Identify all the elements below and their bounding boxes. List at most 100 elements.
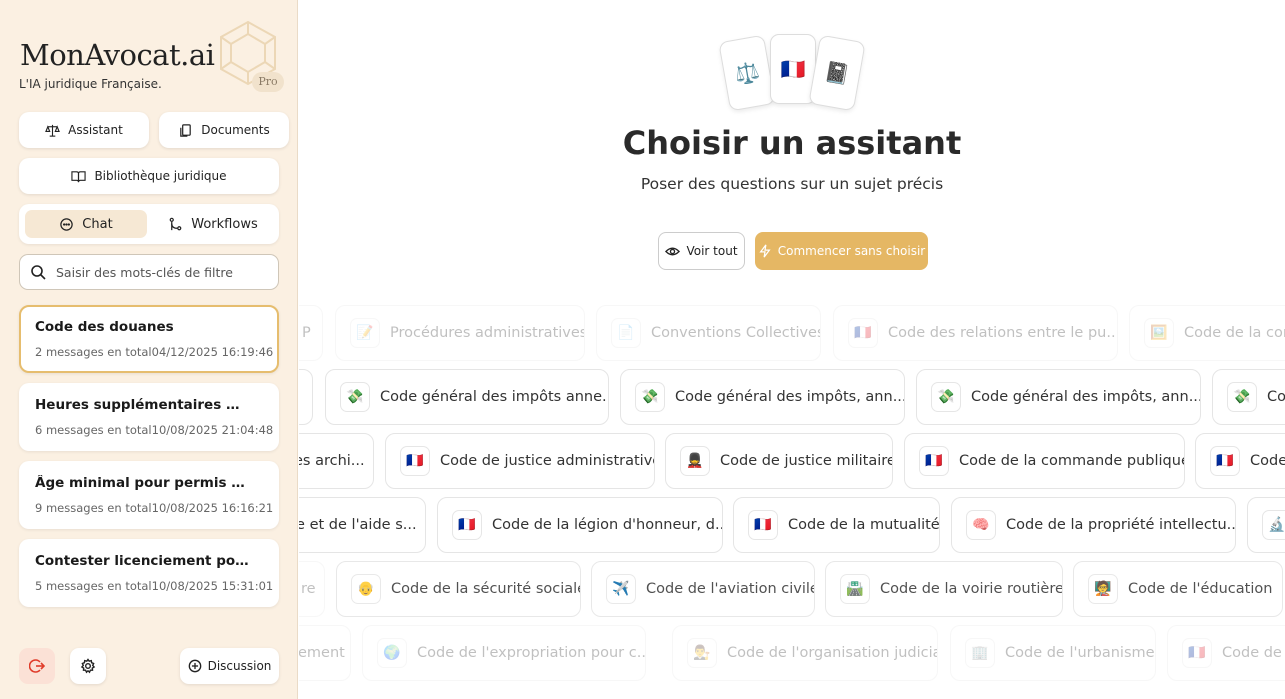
- microscope-icon: 🔬: [1262, 510, 1285, 540]
- assistant-chip[interactable]: ✈️ Code de l'aviation civile: [591, 561, 815, 617]
- french-flag-icon: 🇫🇷: [919, 446, 949, 476]
- assistant-chip[interactable]: P: [299, 305, 323, 361]
- chip-label: P: [302, 325, 311, 341]
- conversation-item[interactable]: Code des douanes 2 messages en total04/1…: [19, 305, 279, 373]
- conversation-meta: 5 messages en total10/08/2025 15:31:01: [35, 579, 279, 593]
- scales-icon: [45, 124, 61, 137]
- assistant-chip[interactable]: 👨‍⚖️ Code de l'organisation judiciaire: [672, 625, 938, 681]
- assistant-chip-row: lle et de l'aide s... 🇫🇷 Code de la légio…: [299, 497, 1285, 553]
- conversation-item[interactable]: Heures supplémentaires no... 6 messages …: [19, 383, 279, 451]
- chip-label: re: [301, 581, 316, 597]
- open-book-icon: [71, 170, 87, 182]
- assistant-chip[interactable]: 📄 Conventions Collectives: [596, 305, 821, 361]
- assistant-chip[interactable]: [299, 369, 313, 425]
- assistant-chip-row: P 📝 Procédures administratives 📄 Conventio…: [299, 305, 1285, 361]
- french-flag-icon: 🇫🇷: [1210, 446, 1240, 476]
- chip-label: Conventions Collectives: [651, 325, 821, 341]
- chip-label: Code de la sécurité sociale: [391, 581, 581, 597]
- assistant-chip[interactable]: 🇫🇷 Code des relations entre le pu...: [833, 305, 1118, 361]
- judge-icon: 👨‍⚖️: [687, 638, 717, 668]
- conversation-date: 10/08/2025 21:04:48: [151, 423, 274, 437]
- assistant-chip[interactable]: ement: [299, 625, 351, 681]
- assistant-chip[interactable]: 🇫🇷 Code de justice administrative: [385, 433, 655, 489]
- tab-workflows-label: Workflows: [191, 216, 258, 232]
- search-input[interactable]: [56, 264, 266, 280]
- chip-label: Code des relations entre le pu...: [888, 325, 1118, 341]
- assistant-button[interactable]: Assistant: [19, 112, 149, 148]
- assistant-chip[interactable]: 👴 Code de la sécurité sociale: [336, 561, 581, 617]
- assistant-chip[interactable]: 🇫🇷 Code: [1195, 433, 1285, 489]
- conversation-count: 2 messages en total: [35, 345, 152, 359]
- assistant-chip[interactable]: 📝 Procédures administratives: [335, 305, 585, 361]
- assistant-chip[interactable]: re: [299, 561, 325, 617]
- assistant-chip[interactable]: 🛣️ Code de la voirie routière: [825, 561, 1063, 617]
- assistant-chip[interactable]: 🇫🇷 Code de la commande publique: [904, 433, 1185, 489]
- assistant-chip[interactable]: 💸 Code général des impôts, ann...: [916, 369, 1201, 425]
- assistant-chip-row: re 👴 Code de la sécurité sociale ✈️ Code d…: [299, 561, 1285, 617]
- view-all-label: Voir tout: [686, 244, 738, 258]
- assistant-chip[interactable]: lle et de l'aide s...: [299, 497, 426, 553]
- assistant-chip[interactable]: 💸 Co: [1212, 369, 1285, 425]
- logout-icon: [29, 659, 45, 673]
- brain-icon: 🧠: [966, 510, 996, 540]
- conversation-title: Code des douanes: [35, 319, 174, 335]
- chip-label: es archi...: [299, 453, 365, 469]
- road-icon: 🛣️: [840, 574, 870, 604]
- assistant-chip[interactable]: 🔬: [1247, 497, 1285, 553]
- settings-button[interactable]: [70, 648, 106, 684]
- assistant-chip[interactable]: es archi...: [299, 433, 374, 489]
- assistant-label: Assistant: [68, 123, 123, 137]
- assistant-chip[interactable]: 🏢 Code de l'urbanisme: [950, 625, 1156, 681]
- scales-card-icon: ⚖️: [718, 34, 776, 112]
- globe-icon: 🌍: [377, 638, 407, 668]
- page-subtitle: Poser des questions sur un sujet précis: [640, 175, 944, 193]
- assistant-chip[interactable]: 🧑‍🏫 Code de l'éducation: [1073, 561, 1283, 617]
- main-panel: ⚖️ 🇫🇷 📓 Choisir un assitant Poser des qu…: [299, 0, 1285, 699]
- chip-label: Code de la légion d'honneur, d...: [492, 517, 723, 533]
- mode-toggle: Chat Workflows: [19, 204, 279, 244]
- memo-icon: 📝: [350, 318, 380, 348]
- assistant-chip[interactable]: 🇫🇷 Code de: [1167, 625, 1285, 681]
- start-label: Commencer sans choisir: [777, 244, 926, 258]
- library-button[interactable]: Bibliothèque juridique: [19, 158, 279, 194]
- chip-label: Code de l'aviation civile: [646, 581, 815, 597]
- conversation-item[interactable]: Contester licenciement pour... 5 message…: [19, 539, 279, 607]
- conversation-title: Contester licenciement pour...: [35, 553, 249, 569]
- tab-chat-label: Chat: [82, 216, 113, 232]
- assistant-chip[interactable]: 💂 Code de justice militaire: [665, 433, 893, 489]
- assistant-chip[interactable]: 🧠 Code de la propriété intellectu...: [951, 497, 1236, 553]
- chip-label: lle et de l'aide s...: [299, 517, 417, 533]
- tab-workflows[interactable]: Workflows: [153, 210, 273, 238]
- lightning-icon: [759, 244, 771, 258]
- tab-chat[interactable]: Chat: [25, 210, 147, 238]
- documents-button[interactable]: Documents: [159, 112, 289, 148]
- chip-label: Code de: [1222, 645, 1282, 661]
- assistant-chip[interactable]: 🌍 Code de l'expropriation pour c...: [362, 625, 646, 681]
- logout-button[interactable]: [19, 648, 55, 684]
- chip-label: Code de la propriété intellectu...: [1006, 517, 1236, 533]
- assistant-chip[interactable]: 🇫🇷 Code de la légion d'honneur, d...: [437, 497, 723, 553]
- french-flag-icon: 🇫🇷: [400, 446, 430, 476]
- chip-label: Code de la mutualité: [788, 517, 940, 533]
- soldier-icon: 💂: [680, 446, 710, 476]
- brand-tagline: L'IA juridique Française.: [19, 77, 162, 91]
- assistant-chip[interactable]: 🇫🇷 Code de la mutualité: [733, 497, 940, 553]
- money-icon: 💸: [1227, 382, 1257, 412]
- gear-icon: [80, 658, 96, 674]
- new-discussion-button[interactable]: Discussion: [180, 648, 279, 684]
- chip-label: Procédures administratives: [390, 325, 585, 341]
- chip-label: ement: [299, 645, 345, 661]
- start-without-choosing-button[interactable]: Commencer sans choisir: [755, 232, 928, 270]
- chip-label: Code de l'urbanisme: [1005, 645, 1155, 661]
- chip-label: Co: [1267, 389, 1285, 405]
- frame-icon: 🖼️: [1144, 318, 1174, 348]
- older-person-icon: 👴: [351, 574, 381, 604]
- conversation-item[interactable]: Âge minimal pour permis co... 9 messages…: [19, 461, 279, 529]
- money-icon: 💸: [340, 382, 370, 412]
- assistant-cards-illustration: ⚖️ 🇫🇷 📓: [718, 34, 870, 114]
- assistant-chip[interactable]: 💸 Code général des impôts, ann...: [620, 369, 905, 425]
- chip-label: Code général des impôts, ann...: [971, 389, 1201, 405]
- view-all-button[interactable]: Voir tout: [658, 232, 745, 270]
- assistant-chip[interactable]: 🖼️ Code de la con: [1129, 305, 1285, 361]
- assistant-chip[interactable]: 💸 Code général des impôts anne...: [325, 369, 609, 425]
